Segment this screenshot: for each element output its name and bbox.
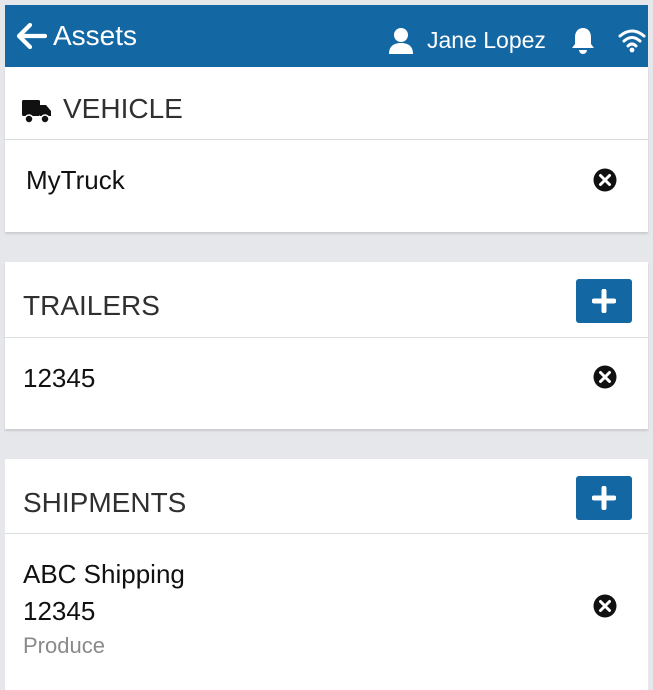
add-trailer-button[interactable] [576,279,632,323]
wifi-icon [618,27,646,53]
trailer-number: 12345 [23,363,96,393]
bell-icon[interactable] [570,26,596,56]
plus-icon [592,486,616,510]
remove-circle-icon [593,365,617,389]
remove-shipment-button[interactable] [593,594,617,618]
shipments-section-title: SHIPMENTS [23,487,187,518]
section-divider [5,533,648,534]
remove-trailer-button[interactable] [593,365,617,389]
remove-circle-icon [593,594,617,618]
section-divider [5,337,648,338]
trailers-section-title: TRAILERS [23,290,160,321]
page-title: Assets [53,20,138,51]
add-shipment-button[interactable] [576,476,632,520]
shipment-name: ABC Shipping [23,559,185,589]
shipments-card: SHIPMENTS ABC Shipping 12345 Produce [5,459,648,690]
arrow-left-icon [16,22,48,50]
user-icon[interactable] [388,27,414,55]
remove-vehicle-button[interactable] [593,168,617,192]
vehicle-card: VEHICLE MyTruck [5,67,648,232]
vehicle-name: MyTruck [26,165,125,195]
back-button[interactable] [16,22,48,50]
trailers-card: TRAILERS 12345 [5,262,648,429]
plus-icon [592,289,616,313]
remove-circle-icon [593,168,617,192]
vehicle-section-title: VEHICLE [63,93,183,124]
section-divider [5,139,648,140]
user-name[interactable]: Jane Lopez [427,25,546,55]
app-header: Assets Jane Lopez [5,5,648,67]
shipment-number: 12345 [23,596,96,626]
shipment-type: Produce [23,633,105,658]
truck-icon [21,98,53,129]
